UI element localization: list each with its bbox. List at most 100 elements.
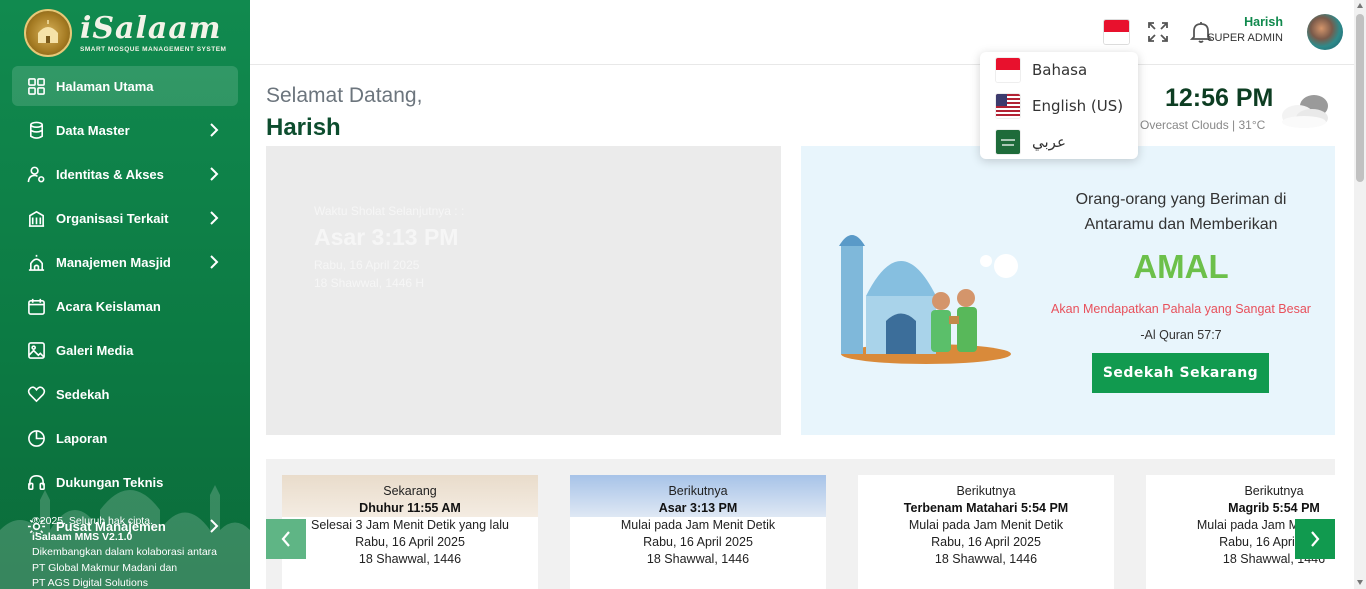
- user-name[interactable]: Harish: [1170, 15, 1283, 29]
- current-time: 12:56 PM: [1165, 84, 1274, 112]
- sidebar-item-organisasi-terkait[interactable]: Organisasi Terkait: [12, 198, 238, 238]
- schedule-prayer-name: Magrib 5:54 PM: [1228, 501, 1320, 515]
- sidebar-item-laporan[interactable]: Laporan: [12, 418, 238, 458]
- credits-line: PT AGS Digital Solutions: [32, 577, 148, 589]
- sidebar-item-label: Organisasi Terkait: [56, 210, 169, 226]
- schedule-countdown: Selesai 3 Jam Menit Detik yang lalu: [310, 518, 509, 532]
- sidebar-item-data-master[interactable]: Data Master: [12, 110, 238, 150]
- copyright-text: ©2025. Seluruh hak cipta.: [32, 515, 153, 527]
- sidebar-item-dukungan-teknis[interactable]: Dukungan Teknis: [12, 462, 238, 502]
- schedule-date: Rabu, 16 April 2025: [931, 535, 1041, 549]
- schedule-prayer-name: Terbenam Matahari 5:54 PM: [903, 501, 1069, 515]
- language-label: English (US): [1032, 97, 1124, 115]
- avatar[interactable]: [1307, 14, 1343, 50]
- sedekah-sekarang-button[interactable]: Sedekah Sekarang: [1092, 353, 1269, 393]
- scroll-down-arrow-icon[interactable]: [1357, 580, 1363, 585]
- language-label: عربي: [1032, 133, 1066, 151]
- user-role: SUPER ADMIN: [1207, 32, 1283, 44]
- sidebar-item-label: Halaman Utama: [56, 78, 154, 94]
- sidebar-item-sedekah[interactable]: Sedekah: [12, 374, 238, 414]
- headset-icon: [26, 472, 46, 492]
- schedule-hijri: 18 Shawwal, 1446: [646, 552, 750, 566]
- schedule-date: Rabu, 16 April 2025: [643, 535, 753, 549]
- weather-condition: Overcast Clouds | 31°C: [1140, 118, 1266, 132]
- indonesia-flag-icon: [996, 58, 1020, 82]
- sedekah-quote-line: Orang-orang yang Beriman di: [1075, 191, 1287, 208]
- scroll-up-arrow-icon[interactable]: [1357, 3, 1363, 8]
- schedule-countdown: Mulai pada Jam Menit Detik: [620, 518, 776, 532]
- credits-line: Dikembangkan dalam kolaborasi antara: [32, 546, 218, 558]
- carousel-next-button[interactable]: [1295, 519, 1335, 559]
- image-icon: [26, 340, 46, 360]
- user-gear-icon: [26, 164, 46, 184]
- saudi-flag-icon: [996, 130, 1020, 154]
- sidebar-item-label: Galeri Media: [56, 342, 134, 358]
- next-prayer-label: Waktu Sholat Selanjutnya : :: [314, 204, 465, 218]
- next-prayer-hijri: 18 Shawwal, 1446 H: [314, 276, 425, 290]
- chevron-right-icon: [208, 210, 220, 226]
- prayer-schedule-carousel: Sekarang Dhuhur 11:55 AM Selesai 3 Jam M…: [266, 459, 1335, 589]
- sidebar-item-manajemen-masjid[interactable]: Manajemen Masjid: [12, 242, 238, 282]
- database-icon: [26, 120, 46, 140]
- sidebar-item-identitas-akses[interactable]: Identitas & Akses: [12, 154, 238, 194]
- grid-icon: [26, 76, 46, 96]
- welcome-greeting: Selamat Datang,: [266, 84, 423, 107]
- sidebar-item-label: Sedekah: [56, 386, 110, 402]
- sidebar-item-label: Acara Keislaman: [56, 298, 161, 314]
- schedule-status: Berikutnya: [668, 484, 728, 498]
- prayer-schedule-card: Sekarang Dhuhur 11:55 AM Selesai 3 Jam M…: [282, 475, 538, 589]
- schedule-status: Sekarang: [383, 484, 437, 498]
- cloud-icon: [1282, 95, 1328, 128]
- pie-chart-icon: [26, 428, 46, 448]
- sidebar-item-galeri-media[interactable]: Galeri Media: [12, 330, 238, 370]
- chevron-left-icon: [281, 531, 290, 547]
- language-option-english[interactable]: English (US): [980, 88, 1138, 124]
- mosque-icon: [26, 252, 46, 272]
- chevron-right-icon: [1311, 531, 1320, 547]
- fullscreen-icon[interactable]: [1147, 21, 1169, 43]
- schedule-prayer-name: Dhuhur 11:55 AM: [359, 501, 461, 515]
- sedekah-reference: -Al Quran 57:7: [1140, 328, 1222, 342]
- language-switcher-button[interactable]: [1104, 20, 1129, 44]
- schedule-status: Berikutnya: [956, 484, 1016, 498]
- chevron-right-icon: [208, 166, 220, 182]
- prayer-schedule-card: Berikutnya Terbenam Matahari 5:54 PM Mul…: [858, 475, 1114, 589]
- schedule-prayer-name: Asar 3:13 PM: [658, 501, 738, 515]
- credits-line: PT Global Makmur Madani dan: [32, 561, 178, 574]
- sidebar-item-acara-keislaman[interactable]: Acara Keislaman: [12, 286, 238, 326]
- next-prayer-card: Waktu Sholat Selanjutnya : : Asar 3:13 P…: [266, 146, 781, 435]
- sidebar-item-label: Manajemen Masjid: [56, 254, 171, 270]
- heart-icon: [26, 384, 46, 404]
- schedule-countdown: Mulai pada Jam Menit Detik: [908, 518, 1064, 532]
- sidebar-item-label: Dukungan Teknis: [56, 474, 164, 490]
- sedekah-promo-card: Orang-orang yang Beriman di Antaramu dan…: [801, 146, 1335, 435]
- brand-name: iSalaam: [80, 10, 222, 46]
- version-text: iSalaam MMS V2.1.0: [32, 530, 133, 543]
- sidebar-item-label: Data Master: [56, 122, 130, 138]
- language-dropdown: Bahasa English (US) عربي: [980, 52, 1138, 159]
- language-label: Bahasa: [1032, 61, 1088, 79]
- schedule-status: Berikutnya: [1244, 484, 1304, 498]
- sidebar: iSalaam SMART MOSQUE MANAGEMENT SYSTEM H…: [0, 0, 250, 589]
- welcome-name: Harish: [266, 114, 341, 141]
- schedule-date: Rabu, 16 April 2025: [355, 535, 465, 549]
- chevron-right-icon: [208, 122, 220, 138]
- sidebar-item-halaman-utama[interactable]: Halaman Utama: [12, 66, 238, 106]
- next-prayer-date: Rabu, 16 April 2025: [314, 258, 420, 272]
- language-option-bahasa[interactable]: Bahasa: [980, 52, 1138, 88]
- sidebar-nav: Halaman Utama Data Master Identitas & Ak…: [12, 66, 238, 550]
- prayer-schedule-card: Berikutnya Asar 3:13 PM Mulai pada Jam M…: [570, 475, 826, 589]
- topbar: Harish SUPER ADMIN: [250, 0, 1354, 65]
- schedule-hijri: 18 Shawwal, 1446: [358, 552, 462, 566]
- building-icon: [26, 208, 46, 228]
- scrollbar-thumb[interactable]: [1356, 14, 1364, 182]
- page-scrollbar[interactable]: [1354, 0, 1366, 589]
- sidebar-item-label: Laporan: [56, 430, 108, 446]
- logo[interactable]: iSalaam SMART MOSQUE MANAGEMENT SYSTEM: [24, 8, 234, 58]
- sedekah-highlight: AMAL: [1133, 248, 1229, 285]
- us-flag-icon: [996, 94, 1020, 118]
- sidebar-footer: ©2025. Seluruh hak cipta. iSalaam MMS V2…: [32, 514, 217, 589]
- next-prayer-time: Asar 3:13 PM: [314, 224, 459, 250]
- language-option-arabic[interactable]: عربي: [980, 124, 1138, 160]
- carousel-prev-button[interactable]: [266, 519, 306, 559]
